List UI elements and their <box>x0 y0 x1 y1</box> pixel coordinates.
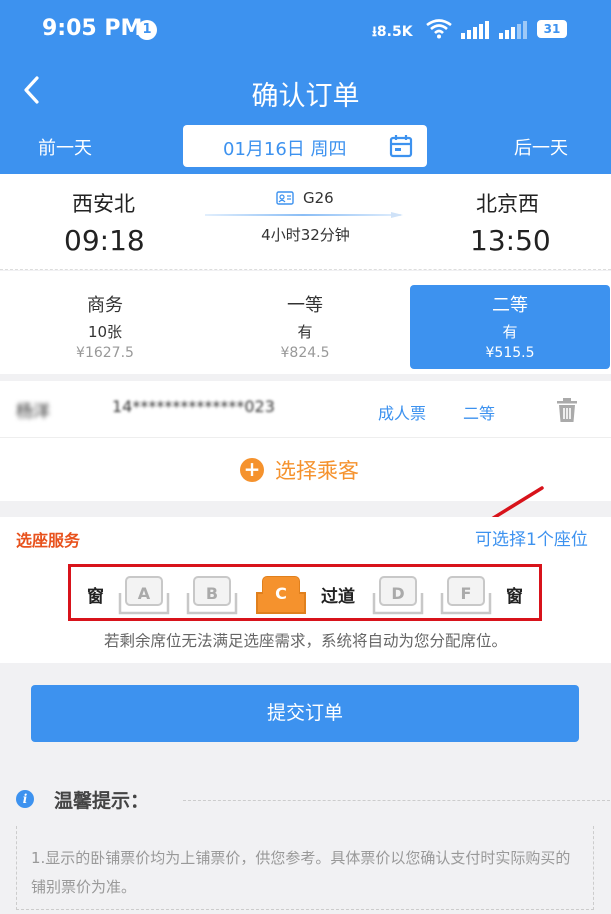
train-info: 西安北 09:18 G26 4小时32分钟 北京西 13:50 <box>0 174 611 270</box>
seat-class-availability: 有 <box>297 323 313 341</box>
battery-indicator: 31 <box>537 20 567 38</box>
seat-letter: F <box>460 584 472 603</box>
notification-badge: 1 <box>137 20 157 40</box>
seat-class-name: 二等 <box>492 295 528 316</box>
seat-class-name: 一等 <box>287 295 323 316</box>
tips-text: 1.显示的卧铺票价均为上铺票价，供您参考。具体票价以您确认支付时实际购买的铺别票… <box>31 849 571 896</box>
add-passenger-label: 选择乘客 <box>275 459 359 483</box>
plus-circle-icon: + <box>240 458 264 482</box>
next-day-button[interactable]: 后一天 <box>514 134 568 160</box>
page-title: 确认订单 <box>251 81 360 112</box>
window-label-left: 窗 <box>87 587 104 607</box>
date-text: 01月16日 周四 <box>223 139 347 160</box>
seat-d[interactable]: D <box>372 575 424 615</box>
seat-class-availability: 有 <box>502 323 518 341</box>
header: 9:05 PM 1 ⭳8.5K 31 确认订单 前一天 01月16日 周四 后一… <box>0 0 611 174</box>
seat-class-price: ¥515.5 <box>485 345 535 361</box>
passenger-name: 杨洋 <box>16 402 50 422</box>
signal-icon <box>461 21 489 39</box>
tips-divider <box>183 800 610 801</box>
ticket-type-button[interactable]: 成人票 <box>378 400 426 424</box>
seat-letter: D <box>391 584 405 603</box>
seat-class-name: 商务 <box>87 295 123 316</box>
aisle-label: 过道 <box>321 587 355 607</box>
seat-a[interactable]: A <box>118 575 170 615</box>
seat-class-business[interactable]: 商务 10张 ¥1627.5 <box>5 285 205 369</box>
seat-letter: C <box>275 584 287 603</box>
calendar-icon <box>389 135 413 158</box>
tips-box: 1.显示的卧铺票价均为上铺票价，供您参考。具体票价以您确认支付时实际购买的铺别票… <box>16 826 594 910</box>
submit-order-button[interactable]: 提交订单 <box>31 685 579 742</box>
seat-class-second[interactable]: 二等 有 ¥515.5 <box>410 285 610 369</box>
seat-c[interactable]: C <box>255 575 307 615</box>
passenger-row: 杨洋 14**************023 成人票 二等 <box>0 381 611 438</box>
passenger-section: 杨洋 14**************023 成人票 二等 + 选择乘客 <box>0 381 611 501</box>
seat-b[interactable]: B <box>186 575 238 615</box>
to-station: 北京西 <box>476 192 539 216</box>
id-card-icon <box>276 191 294 205</box>
seat-class-price: ¥824.5 <box>280 345 330 361</box>
from-station: 西安北 <box>72 192 135 216</box>
seat-f[interactable]: F <box>440 575 492 615</box>
prev-day-button[interactable]: 前一天 <box>38 134 92 160</box>
seat-letter: B <box>205 584 219 603</box>
info-icon: i <box>16 790 34 808</box>
wifi-icon <box>426 19 452 39</box>
net-speed-value: 8.5K <box>376 24 413 40</box>
window-label-right: 窗 <box>506 587 523 607</box>
to-time: 13:50 <box>470 224 551 257</box>
passenger-seat-class-button[interactable]: 二等 <box>463 400 495 424</box>
seat-selection: 选座服务 可选择1个座位 窗 A B C 过道 D F 窗 若剩余席位无法满足选… <box>0 517 611 663</box>
seat-selection-title: 选座服务 <box>16 531 81 550</box>
trash-icon[interactable] <box>556 397 578 423</box>
date-picker[interactable]: 01月16日 周四 <box>183 125 427 167</box>
route-arrow <box>205 212 403 218</box>
seat-map: 窗 A B C 过道 D F 窗 <box>68 564 542 621</box>
seat-class-selector: 商务 10张 ¥1627.5 一等 有 ¥824.5 二等 有 ¥515.5 <box>0 271 611 374</box>
seat-class-price: ¥1627.5 <box>76 345 134 361</box>
passenger-id: 14**************023 <box>112 397 275 416</box>
seat-class-first[interactable]: 一等 有 ¥824.5 <box>205 285 405 369</box>
status-bar: 9:05 PM 1 ⭳8.5K 31 <box>0 0 611 60</box>
net-speed: ⭳8.5K <box>372 21 413 45</box>
seat-class-availability: 10张 <box>87 323 123 341</box>
train-number: G26 <box>303 189 334 207</box>
tips-title: 温馨提示： <box>54 790 150 812</box>
status-time: 9:05 PM <box>42 16 143 41</box>
seat-selection-note: 若剩余席位无法满足选座需求，系统将自动为您分配席位。 <box>103 632 507 650</box>
signal-icon-2 <box>499 21 527 39</box>
seat-letter: A <box>137 584 151 603</box>
seat-selection-hint: 可选择1个座位 <box>475 530 588 550</box>
